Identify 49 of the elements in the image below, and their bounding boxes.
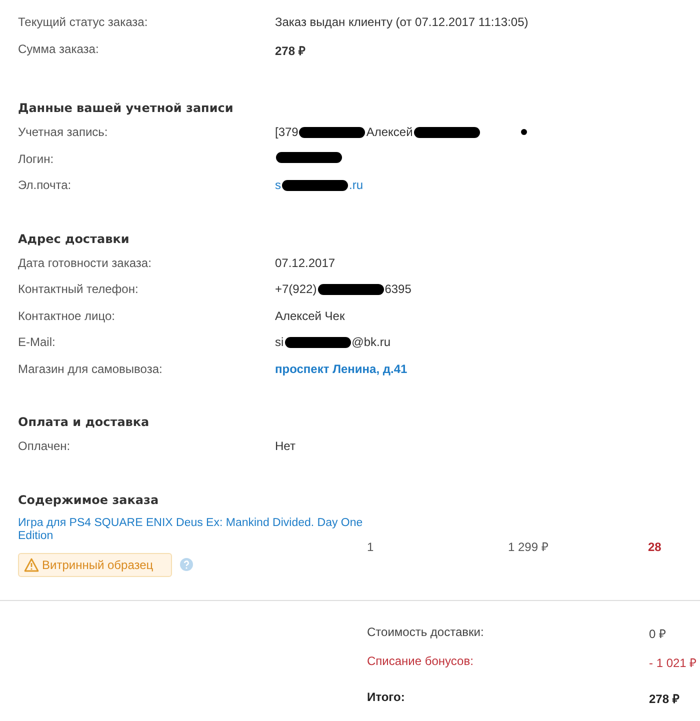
field-label: Оплачен: <box>18 439 72 453</box>
field-value: si <box>275 335 284 349</box>
dot-mark <box>520 129 527 135</box>
field-value: @bk.ru <box>352 335 391 349</box>
field-label: Учетная запись: <box>18 125 109 139</box>
redaction-mark <box>284 336 351 348</box>
total-value: 278 ₽ <box>649 690 680 708</box>
field-value: Нет <box>275 439 296 453</box>
field-label: Контактное лицо: <box>18 308 116 322</box>
field-value: +7(922) <box>275 282 317 296</box>
field-value: 07.12.2017 <box>275 256 336 270</box>
field-label: Сумма заказа: <box>18 42 100 56</box>
product-link[interactable]: Игра для PS4 SQUARE ENIX Deus Ex: Mankind Divided. Day One Edition <box>18 516 363 542</box>
total-label: Итого: <box>367 690 406 706</box>
redaction-mark <box>282 180 348 190</box>
total-value: - 1 021 ₽ <box>649 654 697 672</box>
field-value[interactable]: s <box>275 178 281 192</box>
price-text: 1 299 ₽ <box>508 539 550 555</box>
field-label: E-Mail: <box>18 335 56 349</box>
field-label: Магазин для самовывоза: <box>18 362 164 376</box>
field-label: Текущий статус заказа: <box>18 15 149 29</box>
total-label: Стоимость доставки: <box>367 624 485 640</box>
field-value[interactable]: .ru <box>349 178 364 192</box>
section-heading: Данные вашей учетной записи <box>18 101 234 115</box>
showcase-badge: Витринный образец <box>18 552 172 576</box>
field-label: Эл.почта: <box>18 178 72 192</box>
section-heading: Оплата и доставка <box>18 415 150 429</box>
bonus-text: 28 <box>648 540 662 554</box>
quantity-text: 1 <box>367 540 375 554</box>
help-icon[interactable] <box>180 558 194 571</box>
section-heading: Содержимое заказа <box>18 492 160 506</box>
field-value: Заказ выдан клиенту (от 07.12.2017 11:13:05) <box>275 15 528 29</box>
total-label: Списание бонусов: <box>367 654 474 670</box>
field-value: Алексей <box>366 125 413 139</box>
field-label: Дата готовности заказа: <box>18 256 152 270</box>
field-value: 6395 <box>384 282 412 296</box>
section-heading: Адрес доставки <box>18 232 130 246</box>
field-value: 278 ₽ <box>275 42 306 58</box>
field-label: Контактный телефон: <box>18 282 140 296</box>
redaction-mark <box>414 126 480 138</box>
redaction-mark <box>299 126 366 138</box>
redaction-mark <box>318 284 384 294</box>
redaction-mark <box>276 152 342 162</box>
field-label: Логин: <box>18 152 55 166</box>
field-value[interactable]: проспект Ленина, д.41 <box>275 362 408 376</box>
field-value: [379 <box>275 125 298 139</box>
total-value: 0 ₽ <box>649 626 666 642</box>
warning-icon <box>24 558 39 572</box>
field-value: Алексей Чек <box>275 308 345 322</box>
